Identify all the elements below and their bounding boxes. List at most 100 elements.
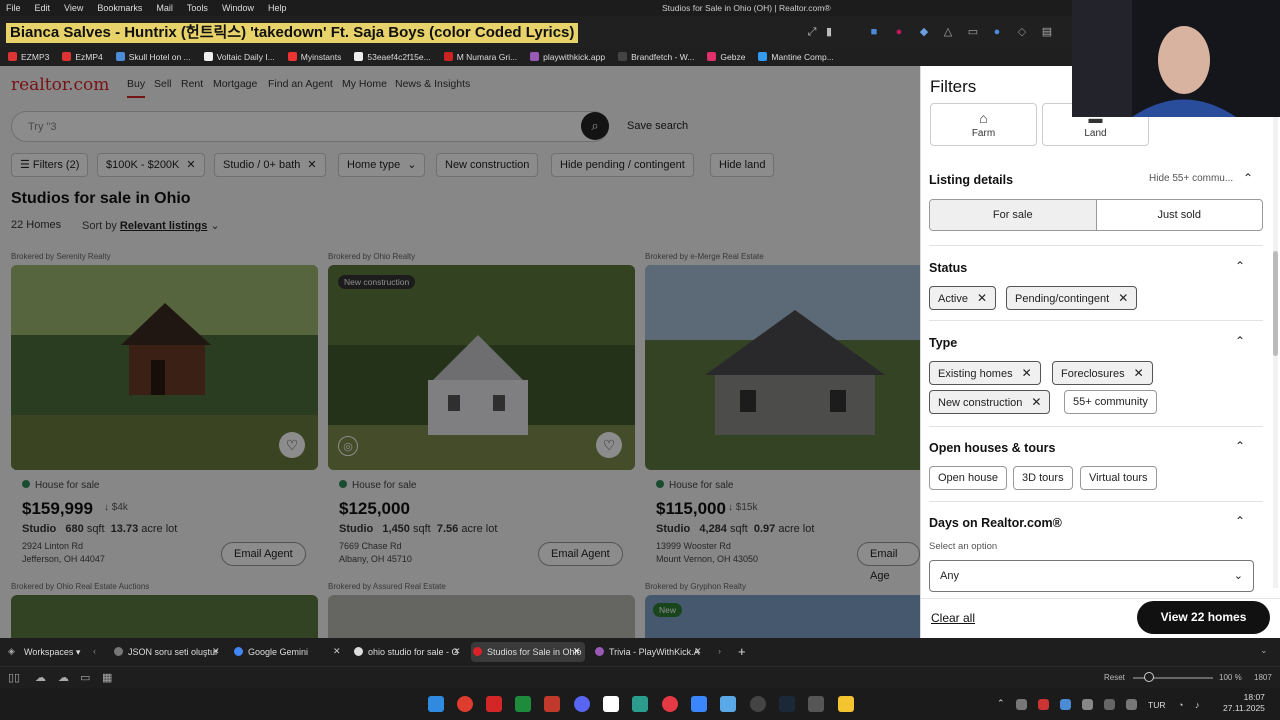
chip-hide-land[interactable]: Hide land [710,153,775,177]
network-icon[interactable]: ◔ [1178,700,1183,710]
bookmark-item[interactable]: EzMP4 [62,52,103,62]
segment-just-sold[interactable]: Just sold [1097,200,1263,230]
chevron-up-icon[interactable]: ⌃ [1235,514,1245,528]
nav-find-agent[interactable]: Find an Agent [268,78,333,90]
filezilla-icon[interactable] [544,696,560,712]
listing-city[interactable]: Albany, OH 45710 [339,554,412,564]
extension-translate-icon[interactable]: ■ [868,26,880,38]
close-icon[interactable]: ✕ [694,646,702,657]
tab-gemini[interactable]: Google Gemini [232,642,342,662]
tab-realtor[interactable]: Studios for Sale in Ohio [471,642,585,662]
chevron-up-icon[interactable]: ⌃ [997,698,1005,709]
extension-icon[interactable]: ◆ [918,26,930,38]
listing-city[interactable]: Jefferson, OH 44047 [22,554,105,564]
chip-filters[interactable]: ☰ Filters (2) [11,153,89,177]
bookmark-item[interactable]: playwithkick.app [530,52,605,62]
close-icon[interactable]: ✕ [1022,366,1032,380]
workspaces-button[interactable]: Workspaces ▾ [20,642,80,662]
nav-mortgage[interactable]: Mortgage [213,78,257,90]
chip-virtual-tours[interactable]: Virtual tours [1080,466,1157,490]
status-chip-active[interactable]: Active ✕ [929,286,997,310]
chip-3d-tours[interactable]: 3D tours [1013,466,1073,490]
menu-help[interactable]: Help [268,3,287,13]
type-chip-existing[interactable]: Existing homes ✕ [929,361,1041,385]
bookmark-item[interactable]: EZMP3 [8,52,49,62]
steam-icon[interactable] [779,696,795,712]
chevron-down-icon[interactable]: ⌄ [1260,645,1268,656]
tab-google-search[interactable]: ohio studio for sale - G [352,642,462,662]
chevron-left-icon[interactable]: ‹ [93,646,96,656]
listing-photo[interactable] [645,265,920,470]
extension-icon[interactable]: ● [991,26,1003,38]
bookmark-item[interactable]: Mantine Comp... [758,52,834,62]
extension-icon[interactable]: ▤ [1041,26,1053,38]
nav-news-insights[interactable]: News & Insights [395,78,470,90]
menu-mail[interactable]: Mail [156,3,173,13]
tray-icon[interactable] [1082,699,1093,710]
panel-icon[interactable]: ▯▯ [8,671,20,684]
3d-tour-icon[interactable]: ◎ [338,436,358,456]
close-icon[interactable]: ✕ [573,646,581,657]
tray-icon[interactable] [1104,699,1115,710]
chevron-up-icon[interactable]: ⌃ [1235,334,1245,348]
favorite-button[interactable]: ♡ [596,432,622,458]
bookmark-item[interactable]: Voltaic Daily I... [203,52,275,62]
chevron-up-icon[interactable]: ⌃ [1243,171,1253,185]
type-chip-55-community[interactable]: 55+ community [1064,390,1157,414]
tab-json[interactable]: JSON soru seti oluştur [112,642,222,662]
chip-open-house[interactable]: Open house [929,466,1007,490]
chevron-up-icon[interactable]: ⌃ [1235,439,1245,453]
terminal-icon[interactable] [515,696,531,712]
chip-hide-pending[interactable]: Hide pending / contingent [551,153,694,177]
app-icon[interactable] [808,696,824,712]
menu-tools[interactable]: Tools [187,3,208,13]
app-icon[interactable] [603,696,619,712]
menu-bookmarks[interactable]: Bookmarks [97,3,142,13]
email-agent-button[interactable]: Email Age [857,542,920,582]
close-icon[interactable]: ✕ [453,646,461,657]
app-icon[interactable] [632,696,648,712]
listing-city[interactable]: Mount Vernon, OH 43050 [656,554,758,564]
system-clock[interactable]: 18:07 27.11.2025 [1223,692,1265,714]
menu-edit[interactable]: Edit [35,3,51,13]
save-search-link[interactable]: Save search [627,120,688,132]
days-dropdown[interactable]: Any ⌄ [929,560,1254,592]
segment-for-sale[interactable]: For sale [930,200,1097,230]
close-icon[interactable]: ✕ [1118,291,1128,305]
chip-beds[interactable]: Studio / 0+ bath ✕ [214,153,326,177]
tab-trivia[interactable]: Trivia - PlayWithKick.A [593,642,703,662]
close-icon[interactable]: ✕ [186,159,195,171]
search-button[interactable]: ⌕ [581,112,609,140]
app-icon[interactable] [750,696,766,712]
listing-address[interactable]: 7669 Chase Rd [339,541,402,551]
listing-photo[interactable]: New [645,595,920,638]
type-chip-new-construction[interactable]: New construction ✕ [929,390,1051,414]
home-type-farm[interactable]: ⌂ Farm [930,103,1037,146]
extension-icon[interactable]: ▭ [967,26,979,38]
cloud-icon[interactable]: ☁ [58,671,69,684]
new-tab-icon[interactable]: + [738,644,746,659]
nav-rent[interactable]: Rent [181,78,203,90]
code-icon[interactable]: ▭ [80,671,90,684]
tray-icon[interactable] [1038,699,1049,710]
email-agent-button[interactable]: Email Agent [221,542,306,566]
chip-new-construction[interactable]: New construction [436,153,539,177]
tray-icon[interactable] [1060,699,1071,710]
clear-all-link[interactable]: Clear all [931,611,975,625]
bookmark-icon[interactable]: ▮ [823,26,835,38]
bookmark-item[interactable]: Brandfetch - W... [618,52,694,62]
chevron-up-icon[interactable]: ⌃ [1235,259,1245,273]
bookmark-item[interactable]: Myinstants [287,52,341,62]
search-input[interactable]: Try "3 [11,111,609,142]
language-indicator[interactable]: TUR [1148,700,1165,710]
zoom-slider-handle[interactable] [1144,672,1154,682]
realtor-logo[interactable]: realtor.com [11,75,109,95]
app-icon[interactable] [691,696,707,712]
hide-55-community-toggle[interactable]: Hide 55+ commu... [1149,173,1233,184]
chevron-right-icon[interactable]: › [718,646,721,656]
menu-window[interactable]: Window [222,3,254,13]
discord-icon[interactable] [574,696,590,712]
sort-control[interactable]: Sort by Relevant listings ⌄ [82,219,220,232]
bookmark-item[interactable]: Gebze [707,52,745,62]
view-homes-button[interactable]: View 22 homes [1137,601,1270,634]
